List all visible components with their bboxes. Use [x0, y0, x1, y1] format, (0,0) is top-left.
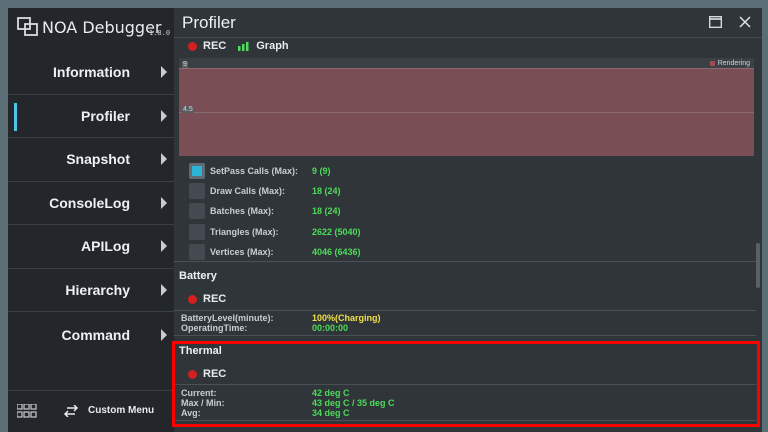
sidebar: NOA Debugger 1.8.0 Information Profiler …: [8, 8, 174, 432]
section-divider: [174, 420, 756, 421]
sidebar-item-apilog[interactable]: APILog: [8, 225, 174, 269]
thermal-current-label: Current:: [181, 388, 217, 398]
rec-toggle[interactable]: [188, 294, 197, 304]
battery-level-value: 100%(Charging): [312, 313, 381, 323]
metric-label: Draw Calls (Max):: [210, 186, 286, 197]
metric-row: Vertices (Max): 4046 (6436): [174, 242, 762, 262]
logo-row: NOA Debugger 1.8.0: [8, 8, 174, 50]
thermal-maxmin-label: Max / Min:: [181, 398, 225, 408]
page-title: Profiler: [182, 13, 236, 32]
sidebar-item-label: Hierarchy: [65, 281, 130, 298]
metric-row: Triangles (Max): 2622 (5040): [174, 222, 762, 242]
maximize-icon[interactable]: [709, 16, 722, 28]
metric-value: 18 (24): [312, 206, 341, 217]
metric-value: 4046 (6436): [312, 246, 361, 257]
metric-label: SetPass Calls (Max):: [210, 166, 299, 176]
operating-time-label: OperatingTime:: [181, 323, 248, 333]
metric-checkbox[interactable]: [189, 203, 205, 220]
sidebar-item-hierarchy[interactable]: Hierarchy: [8, 269, 174, 312]
thermal-maxmin-value: 43 deg C / 35 deg C: [312, 398, 395, 408]
thermal-avg-label: Avg:: [181, 408, 201, 418]
metric-label: Triangles (Max):: [210, 226, 279, 237]
sidebar-item-snapshot[interactable]: Snapshot: [8, 138, 174, 182]
thermal-avg-value: 34 deg C: [312, 408, 350, 418]
metric-value: 2622 (5040): [312, 226, 361, 237]
sidebar-item-consolelog[interactable]: ConsoleLog: [8, 182, 174, 225]
chevron-right-icon: [161, 283, 167, 296]
metric-row: Batches (Max): 18 (24): [174, 201, 762, 221]
profiler-panel: Profiler REC Graph 9 4.5 Rendering SetPa…: [174, 8, 762, 432]
sidebar-item-information[interactable]: Information: [8, 51, 174, 95]
sidebar-footer: Custom Menu: [8, 390, 174, 432]
debugger-window: NOA Debugger 1.8.0 Information Profiler …: [8, 8, 762, 432]
sidebar-item-label: Profiler: [80, 107, 130, 124]
close-icon[interactable]: [739, 16, 751, 28]
graph-toggle-label[interactable]: Graph: [256, 40, 288, 52]
metric-value: 18 (24): [312, 186, 341, 197]
legend-swatch: [709, 61, 715, 66]
active-indicator: [14, 102, 17, 131]
battery-rec-row: REC: [188, 293, 226, 305]
chevron-right-icon: [161, 329, 167, 341]
sidebar-item-label: Information: [53, 64, 130, 81]
sidebar-nav: Information Profiler Snapshot ConsoleLog…: [8, 51, 174, 358]
noa-logo-icon: [17, 17, 38, 36]
section-divider: [174, 384, 756, 385]
sidebar-item-label: Command: [61, 327, 130, 343]
chevron-right-icon: [161, 109, 167, 122]
swap-arrows-icon[interactable]: [64, 405, 78, 417]
app-name: NOA Debugger: [42, 18, 162, 37]
metric-label: Vertices (Max):: [210, 246, 274, 257]
section-divider: [174, 335, 756, 336]
metric-checkbox[interactable]: [189, 183, 205, 200]
metric-checkbox[interactable]: [189, 163, 205, 179]
rendering-graph: 9 4.5 Rendering: [179, 58, 754, 156]
rendering-metrics: SetPass Calls (Max): 9 (9) Draw Calls (M…: [174, 161, 762, 262]
metric-label: Batches (Max):: [210, 206, 275, 217]
metric-row: Draw Calls (Max): 18 (24): [174, 181, 762, 201]
sidebar-item-profiler[interactable]: Profiler: [8, 95, 174, 138]
sidebar-item-label: APILog: [81, 238, 130, 255]
scrollbar[interactable]: [756, 243, 760, 288]
metric-value: 9 (9): [312, 166, 331, 176]
title-bar: Profiler: [174, 8, 762, 38]
rec-toggle[interactable]: [188, 41, 197, 51]
graph-legend: Rendering: [709, 60, 750, 67]
custom-menu-button[interactable]: Custom Menu: [88, 405, 154, 416]
rec-toggle[interactable]: [188, 369, 197, 379]
metric-checkbox[interactable]: [189, 243, 205, 260]
section-divider: [174, 261, 756, 262]
chevron-right-icon: [161, 153, 167, 166]
graph-gridline: [179, 112, 754, 113]
section-divider: [174, 310, 756, 311]
operating-time-value: 00:00:00: [312, 323, 349, 333]
sidebar-item-label: ConsoleLog: [49, 194, 130, 211]
sidebar-item-label: Snapshot: [66, 151, 130, 168]
graph-bars-icon[interactable]: [238, 41, 249, 51]
app-version: 1.8.0: [149, 29, 171, 37]
legend-label: Rendering: [717, 60, 750, 67]
metric-checkbox[interactable]: [189, 223, 205, 240]
graph-tick-label: 4.5: [182, 106, 194, 113]
thermal-section-title: Thermal: [179, 345, 222, 357]
thermal-rec-row: REC: [188, 368, 226, 380]
chevron-right-icon: [161, 196, 167, 209]
rec-label: REC: [203, 40, 227, 52]
rec-label: REC: [203, 368, 227, 380]
rendering-rec-row: REC Graph: [188, 39, 289, 53]
chevron-right-icon: [161, 240, 167, 253]
sidebar-item-command[interactable]: Command: [8, 312, 174, 358]
metric-row: SetPass Calls (Max): 9 (9): [174, 161, 762, 181]
grid-menu-icon[interactable]: [17, 404, 37, 418]
battery-level-label: BatteryLevel(minute):: [181, 313, 274, 323]
graph-tick-label: 9: [182, 61, 188, 68]
thermal-current-value: 42 deg C: [312, 388, 350, 398]
graph-gridline: [179, 68, 754, 69]
chevron-right-icon: [161, 66, 167, 79]
rec-label: REC: [203, 293, 227, 305]
battery-section-title: Battery: [179, 270, 217, 282]
